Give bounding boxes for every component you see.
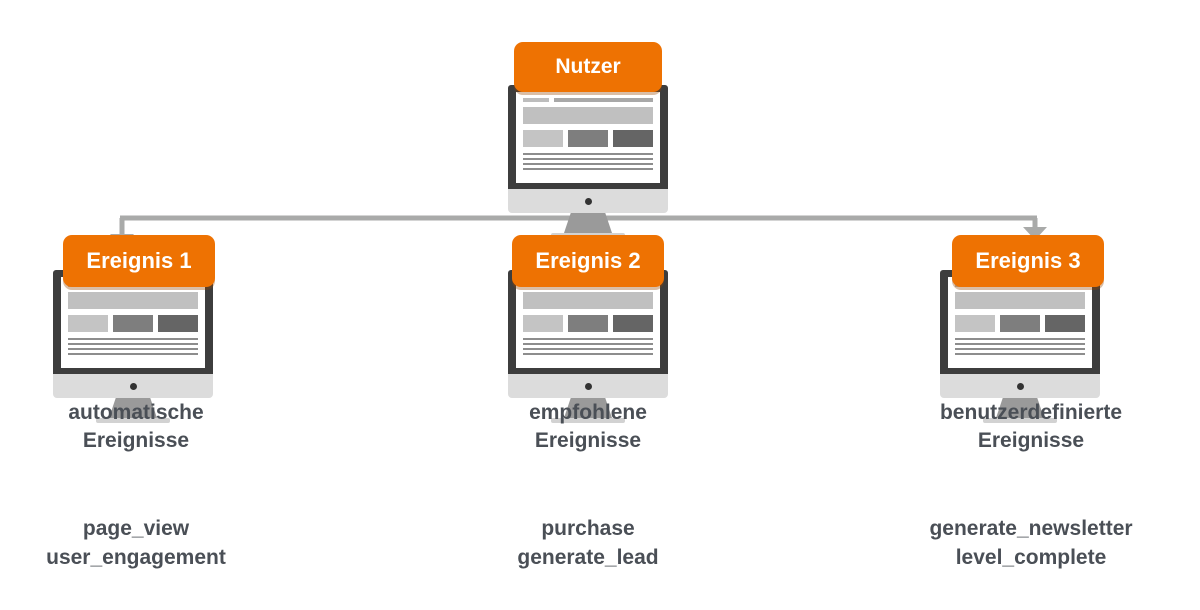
screen-card-row xyxy=(68,315,198,332)
events-ereignis-2: purchase generate_lead xyxy=(517,517,659,569)
node-nutzer: Nutzer xyxy=(508,42,668,238)
screen-hero-block xyxy=(68,292,198,309)
monitor-power-dot xyxy=(584,382,592,390)
screen-hero-block xyxy=(523,292,653,309)
screen-hero-block xyxy=(523,107,653,124)
badge-ereignis-2-label: Ereignis 2 xyxy=(535,248,641,273)
badge-ereignis-1-label: Ereignis 1 xyxy=(86,248,192,273)
caption-ereignis-3: benutzerdefinierte Ereignisse xyxy=(939,401,1123,452)
screen-text-lines xyxy=(955,338,1085,355)
badge-nutzer[interactable]: Nutzer xyxy=(514,42,662,92)
screen-card-row xyxy=(523,315,653,332)
screen-header-bars xyxy=(523,98,653,102)
monitor-screen-content xyxy=(61,277,205,368)
badge-ereignis-2[interactable]: Ereignis 2 xyxy=(512,235,664,287)
monitor-screen-content xyxy=(516,277,660,368)
events-ereignis-1: page_view user_engagement xyxy=(46,517,226,569)
monitor-bezel xyxy=(508,189,668,213)
screen-hero-block xyxy=(955,292,1085,309)
events-ereignis-3: generate_newsletter level_complete xyxy=(929,517,1133,569)
monitor-power-dot xyxy=(1016,382,1024,390)
caption-ereignis-1: automatische Ereignisse xyxy=(68,401,204,452)
monitor-bezel xyxy=(940,374,1100,398)
badge-ereignis-3-label: Ereignis 3 xyxy=(975,248,1081,273)
monitor-screen-content xyxy=(948,277,1092,368)
caption-ereignis-2: empfohlene Ereignisse xyxy=(529,401,647,452)
monitor-stand-neck xyxy=(564,213,612,233)
screen-card-row xyxy=(955,315,1085,332)
monitor-power-dot xyxy=(584,197,592,205)
screen-card-row xyxy=(523,130,653,147)
screen-text-lines xyxy=(68,338,198,355)
diagram-canvas: Nutzer Ereignis 1 automatische Ereigniss… xyxy=(0,0,1200,610)
badge-nutzer-label: Nutzer xyxy=(555,55,621,78)
screen-text-lines xyxy=(523,153,653,170)
monitor-bezel xyxy=(53,374,213,398)
desktop-monitor-icon xyxy=(508,85,668,238)
screen-text-lines xyxy=(523,338,653,355)
badge-ereignis-1[interactable]: Ereignis 1 xyxy=(63,235,215,287)
badge-ereignis-3[interactable]: Ereignis 3 xyxy=(952,235,1104,287)
monitor-bezel xyxy=(508,374,668,398)
monitor-screen-content xyxy=(516,92,660,183)
monitor-screen-frame xyxy=(508,85,668,189)
monitor-power-dot xyxy=(129,382,137,390)
